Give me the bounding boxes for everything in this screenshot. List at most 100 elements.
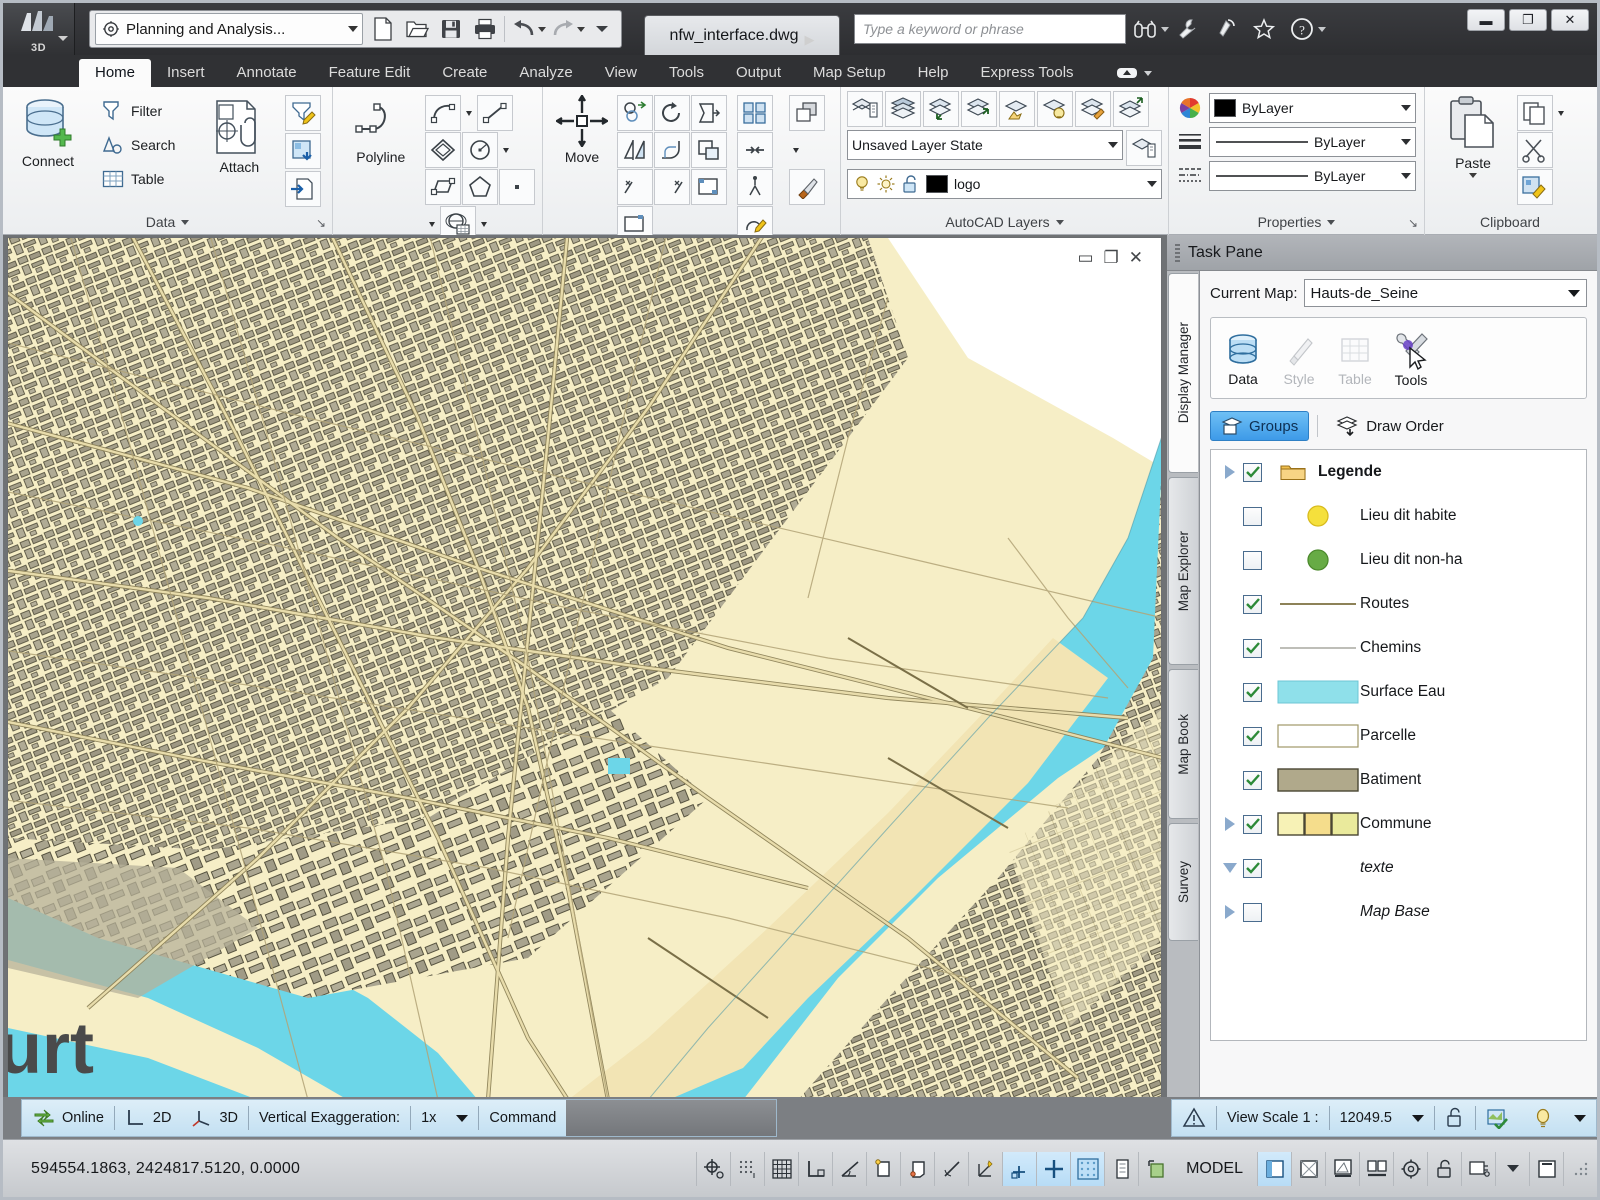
model-layout-button[interactable]	[1257, 1151, 1291, 1186]
close-button[interactable]: ✕	[1551, 9, 1589, 31]
filter-button[interactable]: Filter	[97, 95, 179, 127]
tree-row-batiment[interactable]: Batiment	[1211, 758, 1586, 802]
infer-constraints-toggle[interactable]	[696, 1151, 730, 1186]
lock-scale-button[interactable]	[1435, 1100, 1475, 1136]
status-more-dropdown[interactable]	[1564, 1100, 1596, 1136]
selection-cycling-toggle[interactable]	[1138, 1151, 1172, 1186]
tab-home[interactable]: Home	[79, 59, 152, 87]
expander-map-base[interactable]	[1217, 905, 1243, 919]
panel-dialog-launcher-data[interactable]: ↘	[316, 216, 326, 230]
mode-style-button[interactable]: Style	[1271, 330, 1327, 387]
object-snap-toggle[interactable]	[866, 1151, 900, 1186]
tree-row-commune[interactable]: Commune	[1211, 802, 1586, 846]
status-overflow-dropdown[interactable]	[1495, 1151, 1529, 1186]
tab-insert[interactable]: Insert	[151, 59, 221, 87]
layer-freeze-button[interactable]	[1075, 91, 1111, 127]
layer-isolate-button[interactable]	[999, 91, 1035, 127]
map-minimize-button[interactable]: ▭	[1077, 248, 1093, 268]
tab-express-tools[interactable]: Express Tools	[964, 59, 1089, 87]
tab-create[interactable]: Create	[426, 59, 503, 87]
grid-display-toggle[interactable]	[764, 1151, 798, 1186]
vtab-display-manager[interactable]: Display Manager	[1168, 273, 1198, 473]
copy-overlap-button[interactable]	[789, 95, 825, 131]
tab-view[interactable]: View	[589, 59, 653, 87]
quick-properties-toggle[interactable]	[1104, 1151, 1138, 1186]
vtab-survey[interactable]: Survey	[1168, 823, 1198, 941]
clean-screen-button[interactable]	[1529, 1151, 1563, 1186]
lineweight-combo[interactable]: ByLayer	[1209, 161, 1416, 191]
checkbox-batiment[interactable]	[1243, 770, 1262, 790]
polygon-button[interactable]	[461, 169, 498, 205]
tab-map-setup[interactable]: Map Setup	[797, 59, 902, 87]
tree-row-chemins[interactable]: Chemins	[1211, 626, 1586, 670]
panel-title-properties[interactable]: Properties ↘	[1169, 209, 1424, 235]
current-map-select[interactable]: Hauts-de_Seine	[1303, 279, 1587, 307]
lineweight-toggle[interactable]	[1036, 1151, 1071, 1186]
tree-row-lieu-dit-habite[interactable]: Lieu dit habite	[1211, 494, 1586, 538]
search-data-button[interactable]: Search	[97, 129, 179, 161]
checkbox-map-base[interactable]	[1243, 902, 1262, 922]
mode-3d-button[interactable]: 3D	[181, 1100, 248, 1136]
tree-row-legende[interactable]: Legende	[1211, 450, 1586, 494]
vertical-exaggeration-value[interactable]: 1x	[411, 1100, 446, 1136]
layer-merge-button[interactable]	[1113, 91, 1149, 127]
quick-view-drawings-button[interactable]	[1325, 1151, 1359, 1186]
display-performance-button[interactable]	[1476, 1100, 1522, 1136]
panel-dialog-launcher-properties[interactable]: ↘	[1408, 216, 1418, 230]
copy-dropdown[interactable]	[1554, 95, 1568, 131]
checkbox-lieu-dit-non-habite[interactable]	[1243, 550, 1262, 570]
linetype-combo[interactable]: ByLayer	[1209, 127, 1416, 157]
infocenter-search-button[interactable]	[1126, 10, 1164, 48]
help-button[interactable]: ?	[1283, 10, 1321, 48]
pan-zoom-button[interactable]	[1359, 1151, 1393, 1186]
resize-grip[interactable]	[1563, 1151, 1597, 1186]
export-button[interactable]	[285, 171, 322, 207]
line-button[interactable]	[476, 95, 513, 131]
quick-view-layouts-button[interactable]	[1291, 1151, 1325, 1186]
hatch-button[interactable]	[424, 132, 461, 168]
circle-dropdown[interactable]	[499, 132, 513, 168]
define-query-button[interactable]	[285, 95, 322, 131]
checkbox-legende[interactable]	[1243, 462, 1262, 482]
rectangle-button[interactable]	[424, 169, 461, 205]
table-button[interactable]: Table	[97, 163, 179, 195]
overlap-dropdown[interactable]	[789, 132, 803, 168]
circle-button[interactable]	[461, 132, 498, 168]
transparency-toggle[interactable]	[1070, 1151, 1105, 1186]
arc-dropdown[interactable]	[462, 95, 476, 131]
map-restore-button[interactable]: ❐	[1104, 248, 1119, 268]
map-canvas[interactable]: urt	[8, 238, 1162, 1099]
copy-clip-button[interactable]	[1517, 95, 1553, 131]
layer-tree[interactable]: Legende Lieu dit habite Lieu dit non-ha …	[1210, 449, 1587, 1041]
tab-analyze[interactable]: Analyze	[503, 59, 588, 87]
document-tab-arrow-icon[interactable]: ▶	[804, 32, 814, 48]
import-button[interactable]	[285, 133, 322, 169]
restore-button[interactable]: ❐	[1509, 9, 1547, 31]
dynamic-ucs-toggle[interactable]	[968, 1151, 1002, 1186]
tree-row-texte[interactable]: texte	[1211, 846, 1586, 890]
tree-row-routes[interactable]: Routes	[1211, 582, 1586, 626]
subtab-draw-order[interactable]: Draw Order	[1326, 411, 1454, 441]
light-toggle-button[interactable]	[1522, 1100, 1564, 1136]
matchprop-button[interactable]	[789, 169, 825, 205]
application-menu-button[interactable]: 3D	[3, 3, 75, 55]
3d-object-snap-toggle[interactable]	[900, 1151, 934, 1186]
current-layer-combo[interactable]: logo	[847, 169, 1162, 199]
move-button[interactable]: Move	[549, 93, 615, 165]
favorites-button[interactable]	[1245, 10, 1283, 48]
checkbox-surface-eau[interactable]	[1243, 682, 1262, 702]
checkbox-lieu-dit-habite[interactable]	[1243, 506, 1262, 526]
vtab-map-book[interactable]: Map Book	[1168, 669, 1198, 819]
scale-warning-icon-wrap[interactable]	[1172, 1100, 1216, 1136]
connect-button[interactable]: Connect	[9, 93, 87, 169]
layer-state-manager-button[interactable]	[1126, 130, 1162, 166]
paste-button[interactable]: Paste	[1431, 93, 1515, 178]
minimize-button[interactable]: ▬	[1467, 9, 1505, 31]
tab-feature-edit[interactable]: Feature Edit	[313, 59, 427, 87]
trim-button[interactable]	[654, 169, 690, 205]
undo-dropdown-caret-icon[interactable]	[538, 26, 546, 32]
search-input[interactable]: Type a keyword or phrase	[854, 14, 1126, 44]
exchange-apps-button[interactable]	[1169, 10, 1207, 48]
polar-tracking-toggle[interactable]	[832, 1151, 866, 1186]
checkbox-texte[interactable]	[1243, 858, 1262, 878]
